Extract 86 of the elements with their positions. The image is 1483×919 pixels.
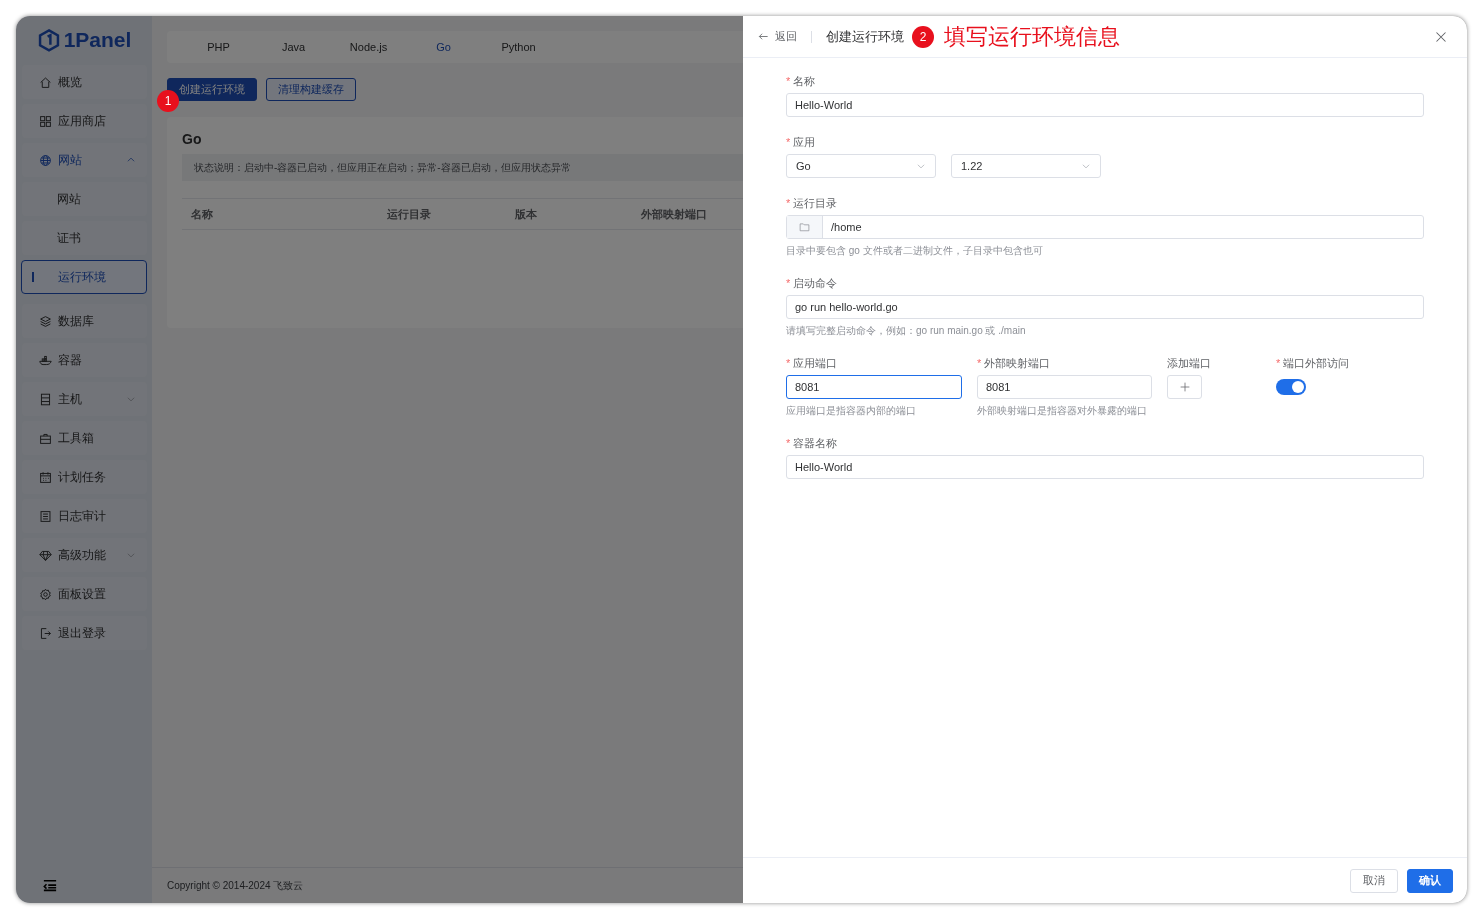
field-label: 添加端口 — [1167, 356, 1212, 371]
tab[interactable]: Go — [406, 41, 481, 53]
selection-marker — [32, 272, 34, 282]
required-mark: * — [786, 437, 791, 449]
gear-icon — [39, 587, 52, 601]
field-label: * 名称 — [786, 74, 817, 89]
column-header: 运行目录 — [386, 206, 432, 222]
clear-cache-button[interactable]: 清理构建缓存 — [266, 78, 356, 101]
field-hint: 外部映射端口是指容器对外暴露的端口 — [977, 404, 1148, 418]
field-hint: 应用端口是指容器内部的端口 — [786, 404, 917, 418]
home-icon — [39, 75, 52, 89]
sidebar-label: 工具箱 — [58, 429, 95, 447]
field-label: * 外部映射端口 — [977, 356, 1052, 371]
logo-icon — [37, 28, 60, 52]
input-field[interactable]: Hello-World — [786, 455, 1424, 479]
sidebar-label: 面板设置 — [58, 585, 107, 603]
tab[interactable]: PHP — [181, 41, 256, 53]
sidebar-label: 主机 — [58, 390, 83, 408]
required-mark: * — [977, 357, 982, 369]
required-mark: * — [786, 357, 791, 369]
confirm-button[interactable]: 确认 — [1407, 868, 1453, 893]
required-mark: * — [786, 197, 791, 209]
required-mark: * — [786, 75, 791, 87]
back-arrow-icon — [758, 31, 769, 42]
sidebar-label: 高级功能 — [58, 546, 107, 564]
toggle-switch[interactable] — [1276, 379, 1306, 395]
field-label: * 运行目录 — [786, 196, 839, 211]
sidebar-subitem[interactable]: 运行环境 — [21, 260, 147, 294]
sidebar-label: 容器 — [58, 351, 83, 369]
sidebar-label: 概览 — [58, 73, 83, 91]
field-label: * 应用 — [786, 135, 817, 150]
sidebar-label: 网站 — [58, 151, 83, 169]
sidebar-label: 日志审计 — [58, 507, 107, 525]
input-field[interactable]: go run hello-world.go — [786, 295, 1424, 319]
step-badge: 1 — [157, 90, 179, 112]
plus-icon — [1179, 382, 1190, 392]
close-icon — [1435, 30, 1447, 43]
folder-icon — [799, 222, 810, 232]
calendar-icon — [39, 470, 52, 484]
input-field[interactable]: 8081 — [977, 375, 1152, 399]
logout-icon — [39, 626, 52, 640]
logo-text: 1Panel — [63, 28, 132, 52]
required-mark: * — [786, 136, 791, 148]
field-label: * 容器名称 — [786, 436, 839, 451]
tab[interactable]: Python — [481, 41, 556, 53]
sidebar-label: 运行环境 — [58, 268, 107, 286]
diamond-icon — [39, 548, 52, 562]
column-header: 版本 — [514, 206, 538, 222]
tab[interactable]: Node.js — [331, 41, 406, 53]
document-icon — [39, 509, 52, 523]
drawer-title: 创建运行环境 — [826, 27, 904, 46]
field-label: * 应用端口 — [786, 356, 839, 371]
required-mark: * — [786, 277, 791, 289]
field-hint: 目录中要包含 go 文件或者二进制文件，子目录中包含也可 — [786, 244, 1044, 258]
sidebar-label: 数据库 — [58, 312, 95, 330]
step-badge: 2 — [912, 25, 934, 48]
column-header: 外部映射端口 — [640, 206, 708, 222]
select-field[interactable]: 1.22 — [951, 154, 1101, 178]
chevron-down-icon — [1081, 161, 1091, 171]
select-field[interactable]: Go — [786, 154, 936, 178]
tab[interactable]: Java — [256, 41, 331, 53]
cancel-button[interactable]: 取消 — [1350, 868, 1398, 893]
input-field[interactable]: 8081 — [786, 375, 962, 399]
grid-icon — [39, 114, 52, 128]
sidebar-label: 退出登录 — [58, 624, 107, 642]
layers-icon — [39, 314, 52, 328]
sidebar-label: 网站 — [57, 190, 82, 208]
back-link[interactable]: 返回 — [758, 29, 797, 44]
field-hint: 请填写完整启动命令，例如：go run main.go 或 ./main — [786, 324, 1027, 338]
sidebar-label: 证书 — [57, 229, 82, 247]
collapse-menu-icon — [42, 878, 58, 893]
globe-icon — [39, 153, 52, 167]
annotation-text: 填写运行环境信息 — [944, 22, 1120, 51]
field-label: * 启动命令 — [786, 276, 839, 291]
toolbox-icon — [39, 431, 52, 445]
input-field[interactable]: Hello-World — [786, 93, 1424, 117]
sidebar-label: 计划任务 — [58, 468, 107, 486]
folder-input-field[interactable]: /home — [786, 215, 1424, 239]
chevron-down-icon — [916, 161, 926, 171]
ship-icon — [39, 353, 52, 367]
column-header: 名称 — [190, 206, 214, 222]
field-label: * 端口外部访问 — [1276, 356, 1351, 371]
card-title: Go — [182, 131, 202, 147]
sidebar-label: 应用商店 — [58, 112, 107, 130]
server-icon — [39, 392, 52, 406]
required-mark: * — [1276, 357, 1281, 369]
